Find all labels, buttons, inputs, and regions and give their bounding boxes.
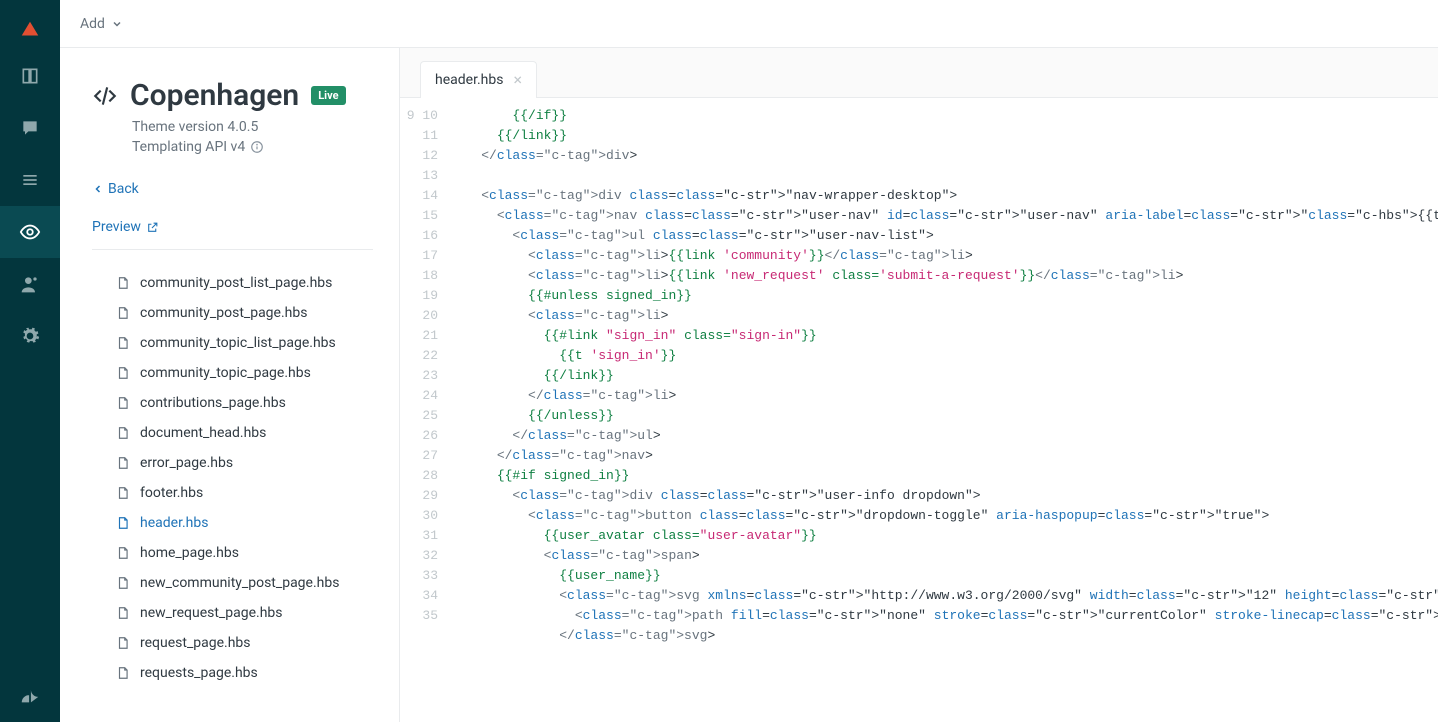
tab-header-hbs[interactable]: header.hbs × — [420, 61, 537, 98]
code-area[interactable]: 9 10 11 12 13 14 15 16 17 18 19 20 21 22… — [400, 98, 1438, 722]
rail-eye-icon[interactable] — [0, 206, 60, 258]
back-link[interactable]: Back — [92, 181, 373, 197]
editor: header.hbs × Publish 9 10 11 12 13 14 15… — [400, 48, 1438, 722]
tab-label: header.hbs — [435, 72, 503, 88]
close-icon[interactable]: × — [513, 72, 522, 88]
chevron-left-icon — [92, 183, 104, 195]
gutter: 9 10 11 12 13 14 15 16 17 18 19 20 21 22… — [400, 106, 450, 722]
file-icon — [116, 365, 130, 381]
file-item[interactable]: community_topic_list_page.hbs — [92, 328, 373, 358]
file-icon — [116, 335, 130, 351]
rail-comment-icon[interactable] — [0, 102, 60, 154]
file-icon — [116, 485, 130, 501]
file-item[interactable]: community_post_page.hbs — [92, 298, 373, 328]
file-item[interactable]: request_page.hbs — [92, 628, 373, 658]
file-icon — [116, 275, 130, 291]
code-lines[interactable]: {{/if}} {{/link}} </class="c-tag">div> <… — [450, 106, 1438, 722]
file-icon — [116, 605, 130, 621]
file-item[interactable]: home_page.hbs — [92, 538, 373, 568]
file-icon — [116, 455, 130, 471]
file-item[interactable]: community_post_list_page.hbs — [92, 268, 373, 298]
theme-api: Templating API v4 — [132, 139, 373, 155]
code-icon — [92, 83, 118, 109]
file-item[interactable]: new_request_page.hbs — [92, 598, 373, 628]
external-link-icon — [146, 221, 159, 234]
file-item[interactable]: community_topic_page.hbs — [92, 358, 373, 388]
file-item[interactable]: document_head.hbs — [92, 418, 373, 448]
file-item[interactable]: footer.hbs — [92, 478, 373, 508]
file-item[interactable]: new_community_post_page.hbs — [92, 568, 373, 598]
rail-layout-icon[interactable] — [0, 154, 60, 206]
sidebar: Copenhagen Live Theme version 4.0.5 Temp… — [60, 48, 400, 722]
file-icon — [116, 395, 130, 411]
rail-book-icon[interactable] — [0, 50, 60, 102]
logo-icon[interactable] — [0, 10, 60, 50]
file-item[interactable]: requests_page.hbs — [92, 658, 373, 688]
file-icon — [116, 305, 130, 321]
preview-link[interactable]: Preview — [92, 219, 373, 250]
file-item[interactable]: header.hbs — [92, 508, 373, 538]
rail-gear-icon[interactable] — [0, 310, 60, 362]
file-item[interactable]: contributions_page.hbs — [92, 388, 373, 418]
file-icon — [116, 575, 130, 591]
nav-rail — [0, 0, 60, 722]
theme-version: Theme version 4.0.5 — [132, 119, 373, 135]
file-icon — [116, 665, 130, 681]
live-badge: Live — [311, 86, 345, 105]
rail-zendesk-icon[interactable] — [0, 670, 60, 722]
file-icon — [116, 425, 130, 441]
file-icon — [116, 515, 130, 531]
tab-bar: header.hbs × — [400, 48, 1438, 98]
file-list: community_post_list_page.hbscommunity_po… — [92, 268, 373, 688]
theme-name: Copenhagen — [130, 78, 299, 113]
info-icon — [250, 140, 264, 154]
add-label: Add — [80, 16, 105, 32]
file-item[interactable]: error_page.hbs — [92, 448, 373, 478]
topbar: Add Help Centre — [60, 0, 1438, 48]
chevron-down-icon — [111, 18, 123, 30]
add-button[interactable]: Add — [80, 16, 123, 32]
file-icon — [116, 635, 130, 651]
file-icon — [116, 545, 130, 561]
rail-user-icon[interactable] — [0, 258, 60, 310]
